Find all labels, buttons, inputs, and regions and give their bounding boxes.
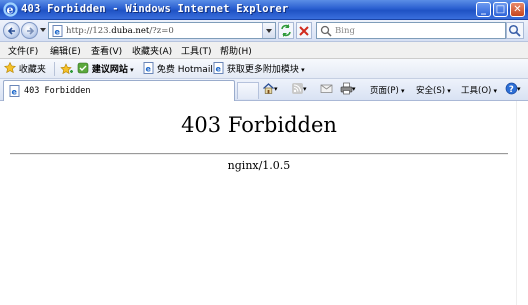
new-tab-button[interactable] bbox=[237, 82, 259, 99]
address-url[interactable]: http://123.duba.net/?z=0 bbox=[66, 26, 174, 36]
svg-text:?: ? bbox=[509, 85, 514, 95]
refresh-icon bbox=[281, 24, 291, 37]
tab-bar: e 403 Forbidden 页面(P) 安全(S) 工具(O) ? bbox=[0, 79, 528, 101]
svg-text:e: e bbox=[12, 88, 18, 97]
menu-help[interactable]: 帮助(H) bbox=[220, 44, 252, 57]
star-icon bbox=[3, 61, 17, 74]
maximize-button[interactable]: □ bbox=[493, 2, 508, 17]
recent-pages-dropdown-icon[interactable] bbox=[40, 27, 46, 33]
close-button[interactable]: ✕ bbox=[510, 2, 525, 17]
menu-favorites[interactable]: 收藏夹(A) bbox=[132, 44, 172, 57]
search-provider-icon bbox=[320, 25, 332, 37]
stop-icon bbox=[299, 26, 309, 36]
fav-link-suggested-sites[interactable]: 建议网站 bbox=[77, 62, 134, 75]
address-bar[interactable]: e http://123.duba.net/?z=0 bbox=[48, 22, 276, 39]
print-dropdown[interactable] bbox=[352, 84, 356, 94]
favorites-button[interactable]: 收藏夹 bbox=[3, 61, 46, 75]
forward-button[interactable] bbox=[21, 22, 38, 39]
svg-text:e: e bbox=[55, 28, 61, 37]
page-heading: 403 Forbidden bbox=[181, 113, 337, 137]
back-arrow-icon bbox=[7, 27, 15, 35]
menu-view[interactable]: 查看(V) bbox=[91, 44, 122, 57]
menu-tools[interactable]: 工具(T) bbox=[181, 44, 212, 57]
address-toolbar: e http://123.duba.net/?z=0 Bing bbox=[0, 20, 528, 42]
svg-text:e: e bbox=[216, 65, 222, 74]
favorites-label: 收藏夹 bbox=[18, 65, 46, 75]
tab-label: 403 Forbidden bbox=[24, 86, 91, 96]
home-dropdown[interactable] bbox=[274, 84, 278, 94]
menu-bar: 文件(F) 编辑(E) 查看(V) 收藏夹(A) 工具(T) 帮助(H) bbox=[0, 42, 528, 59]
page-icon: e bbox=[213, 62, 224, 74]
add-to-favorites-icon[interactable] bbox=[60, 63, 73, 76]
mail-icon[interactable] bbox=[320, 82, 333, 95]
ie-logo-icon: e bbox=[3, 2, 18, 17]
back-button[interactable] bbox=[3, 22, 20, 39]
fav-link-addons[interactable]: e 获取更多附加模块 bbox=[213, 62, 305, 75]
favorites-bar: 收藏夹 建议网站 e 免费 Hotmail e 获取更多附加模块 bbox=[0, 59, 528, 79]
safety-menu-button[interactable]: 安全(S) bbox=[416, 84, 451, 96]
page-icon: e bbox=[9, 85, 20, 97]
search-icon bbox=[508, 24, 521, 37]
stop-button[interactable] bbox=[296, 22, 312, 39]
page-content: 403 Forbidden nginx/1.0.5 bbox=[0, 101, 528, 305]
server-signature: nginx/1.0.5 bbox=[227, 159, 291, 172]
feeds-dropdown[interactable] bbox=[303, 84, 307, 94]
menu-file[interactable]: 文件(F) bbox=[8, 44, 38, 57]
search-button[interactable] bbox=[506, 22, 524, 39]
svg-text:e: e bbox=[146, 65, 152, 74]
horizontal-rule bbox=[10, 153, 508, 155]
title-bar: e 403 Forbidden - Windows Internet Explo… bbox=[0, 0, 528, 20]
page-menu-button[interactable]: 页面(P) bbox=[370, 84, 405, 96]
svg-text:e: e bbox=[7, 4, 14, 17]
minimize-button[interactable]: _ bbox=[476, 2, 491, 17]
forward-arrow-icon bbox=[27, 27, 35, 35]
favorites-divider bbox=[54, 62, 55, 76]
help-dropdown[interactable] bbox=[517, 84, 521, 94]
refresh-button[interactable] bbox=[278, 22, 294, 39]
menu-edit[interactable]: 编辑(E) bbox=[50, 44, 81, 57]
page-icon: e bbox=[52, 25, 63, 37]
tab-active[interactable]: e 403 Forbidden bbox=[3, 80, 235, 101]
window-title: 403 Forbidden - Windows Internet Explore… bbox=[21, 3, 289, 15]
suggest-sites-icon bbox=[77, 62, 89, 74]
search-input[interactable]: Bing bbox=[335, 26, 355, 36]
search-box[interactable]: Bing bbox=[316, 22, 506, 39]
tools-menu-button[interactable]: 工具(O) bbox=[461, 84, 497, 96]
vertical-scrollbar[interactable] bbox=[516, 101, 528, 305]
fav-link-hotmail[interactable]: e 免费 Hotmail bbox=[143, 62, 213, 75]
page-icon: e bbox=[143, 62, 154, 74]
address-dropdown-button[interactable] bbox=[262, 23, 275, 38]
